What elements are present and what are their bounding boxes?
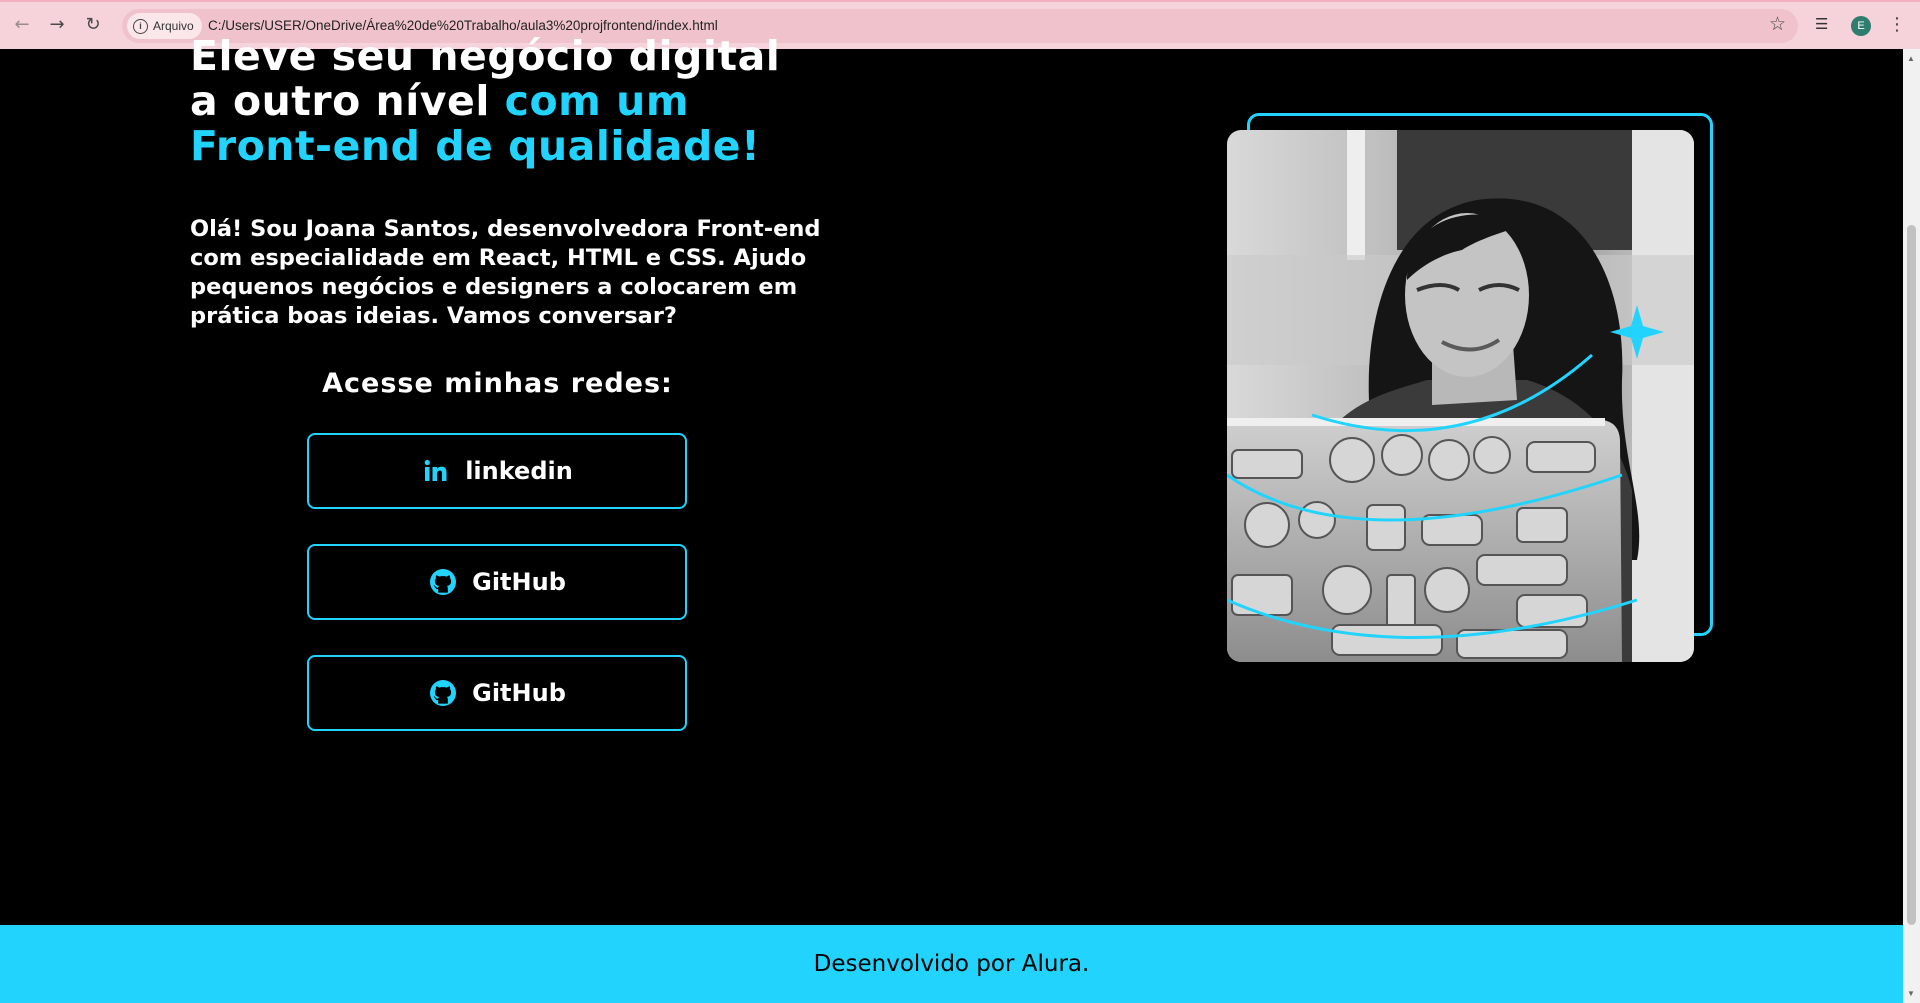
github-button-2[interactable]: GitHub: [307, 655, 687, 731]
social-links-title: Acesse minhas redes:: [322, 368, 673, 399]
footer-text: Desenvolvido por Alura.: [813, 951, 1090, 977]
media-control-icon[interactable]: ☰: [1815, 15, 1837, 37]
github-icon: [430, 569, 457, 595]
forward-button[interactable]: →: [46, 14, 68, 36]
headline-line3-accent: Front-end de qualidade!: [190, 122, 761, 170]
info-icon: i: [133, 18, 148, 34]
headline-line2-accent: com um: [504, 77, 690, 125]
hero-headline: Eleve seu negócio digital a outro nível …: [190, 34, 780, 169]
scroll-up-icon[interactable]: ▲: [1907, 54, 1915, 63]
more-menu-icon[interactable]: ⋮: [1888, 14, 1906, 35]
github-button[interactable]: GitHub: [307, 544, 687, 620]
profile-avatar[interactable]: E: [1851, 16, 1871, 36]
scroll-down-icon[interactable]: ▼: [1907, 989, 1915, 998]
headline-line1: Eleve seu negócio digital: [190, 32, 781, 80]
profile-photo: [1227, 130, 1694, 662]
back-button[interactable]: ←: [11, 14, 33, 36]
site-info-label: Arquivo: [153, 19, 194, 33]
profile-photo-illustration: [1227, 130, 1694, 662]
reload-button[interactable]: ↻: [82, 14, 104, 36]
github-icon: [430, 680, 457, 706]
linkedin-icon: [424, 459, 447, 481]
github-button-label: GitHub: [472, 568, 566, 596]
bookmark-star-icon[interactable]: ☆: [1769, 13, 1786, 35]
vertical-scrollbar[interactable]: ▲ ▼: [1903, 49, 1920, 1003]
linkedin-button[interactable]: linkedin: [307, 433, 687, 509]
headline-line2: a outro nível: [190, 77, 505, 125]
github-button-2-label: GitHub: [472, 679, 566, 707]
page-footer: Desenvolvido por Alura.: [0, 925, 1903, 1003]
bio-paragraph: Olá! Sou Joana Santos, desenvolvedora Fr…: [190, 216, 821, 329]
scrollbar-thumb[interactable]: [1907, 225, 1916, 925]
linkedin-button-label: linkedin: [465, 457, 573, 485]
